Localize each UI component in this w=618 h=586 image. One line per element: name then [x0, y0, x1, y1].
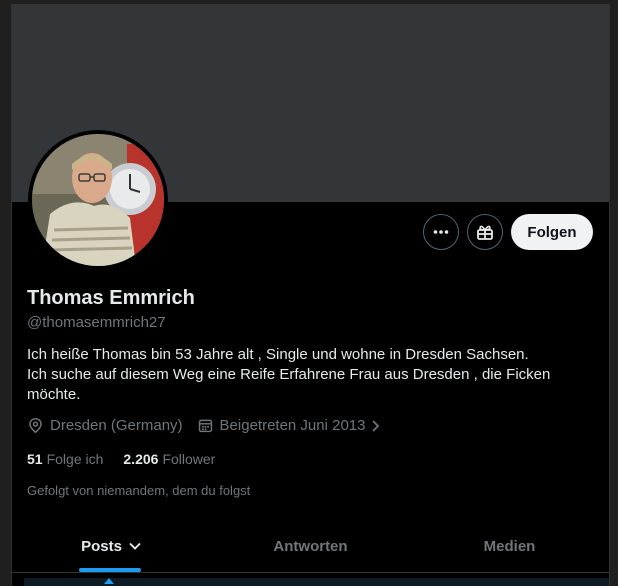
joined-item[interactable]: Beigetreten Juni 2013: [197, 417, 388, 434]
followed-by-text: Gefolgt von niemandem, dem du folgst: [27, 483, 251, 498]
caret-up-icon: [104, 578, 114, 584]
followers-count: 2.206: [123, 451, 159, 467]
more-options-button[interactable]: [423, 214, 459, 250]
joined-text: Beigetreten Juni 2013: [219, 417, 366, 434]
tab-label: Posts: [81, 537, 122, 555]
subscribe-button[interactable]: [467, 214, 503, 250]
following-count: 51: [27, 451, 43, 467]
profile-avatar[interactable]: [28, 130, 168, 270]
profile-name: Thomas Emmrich: [27, 287, 195, 309]
calendar-icon: [198, 419, 212, 433]
profile-meta: Dresden (Germany) Beigetreten Juni 2013: [27, 417, 402, 434]
profile-stats: 51 Folge ich 2.206 Follower: [27, 451, 235, 467]
profile-bio: Ich heiße Thomas bin 53 Jahre alt , Sing…: [27, 345, 587, 405]
gift-icon: [477, 225, 493, 240]
tabs-divider: [12, 572, 609, 573]
bio-line: Ich suche auf diesem Weg eine Reife Erfa…: [27, 366, 551, 383]
follow-button[interactable]: Folgen: [511, 214, 593, 250]
window-edge-left: [0, 0, 11, 586]
more-dots-icon: [433, 230, 449, 234]
location-text: Dresden (Germany): [50, 417, 183, 434]
tab-media[interactable]: Medien: [410, 520, 609, 572]
tab-posts[interactable]: Posts: [12, 520, 211, 572]
window-edge-right: [610, 0, 618, 586]
following-label: Folge ich: [46, 451, 104, 467]
bio-line: Ich heiße Thomas bin 53 Jahre alt , Sing…: [27, 346, 529, 363]
avatar-photo: [32, 134, 164, 266]
location-item: Dresden (Germany): [27, 417, 183, 434]
followers-label: Follower: [162, 451, 216, 467]
followers-link[interactable]: 2.206 Follower: [123, 451, 215, 467]
location-pin-icon: [29, 417, 42, 434]
profile-tabs: Posts Antworten Medien: [12, 520, 609, 572]
bio-line: möchte.: [27, 386, 81, 403]
profile-handle: @thomasemmrich27: [27, 314, 166, 331]
following-link[interactable]: 51 Folge ich: [27, 451, 103, 467]
app-window: Folgen Thomas Emmrich @thomasemmrich27 I…: [0, 0, 618, 586]
tab-label: Medien: [483, 537, 536, 555]
chevron-right-icon: [371, 419, 379, 432]
chevron-down-icon: [129, 542, 141, 550]
tab-replies[interactable]: Antworten: [211, 520, 410, 572]
tab-label: Antworten: [273, 537, 348, 555]
column-border-right: [609, 4, 610, 586]
